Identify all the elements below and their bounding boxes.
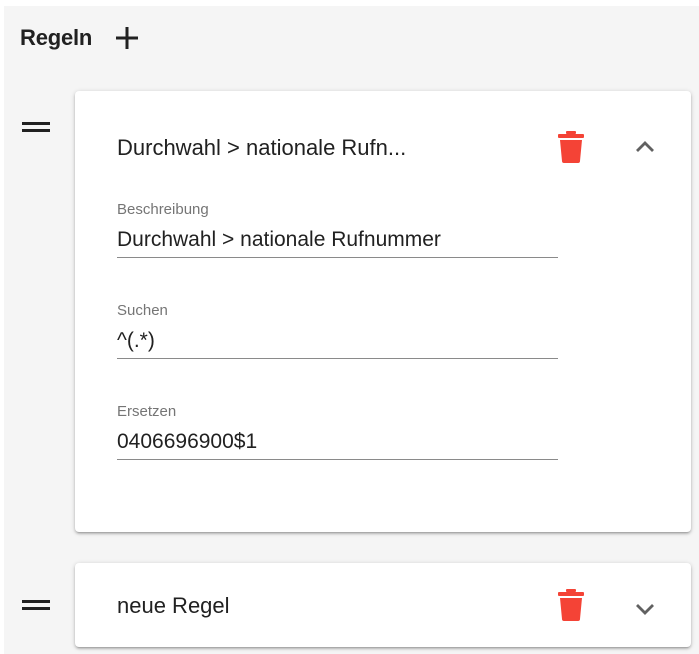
rule-title[interactable]: neue Regel [117,593,230,619]
trash-icon [558,589,584,621]
delete-rule-button[interactable] [551,585,591,625]
rules-panel: Regeln Durchwahl > nationale Rufn... Bes… [4,6,699,654]
trash-icon [558,131,584,163]
chevron-down-icon [636,604,654,615]
search-input[interactable] [117,324,558,359]
drag-handle-icon [22,122,50,132]
rule-drag-handle[interactable] [19,112,53,142]
replace-label: Ersetzen [117,403,177,420]
delete-rule-button[interactable] [551,127,591,167]
expand-rule-button[interactable] [625,589,665,629]
replace-input[interactable] [117,425,558,460]
chevron-up-icon [636,141,654,152]
collapse-rule-button[interactable] [625,127,665,167]
search-label: Suchen [117,302,168,319]
page-title: Regeln [20,25,93,50]
rule-card: Durchwahl > nationale Rufn... Beschreibu… [75,91,691,532]
rule-drag-handle[interactable] [19,590,53,620]
description-label: Beschreibung [117,201,209,218]
rule-title[interactable]: Durchwahl > nationale Rufn... [117,135,406,161]
plus-icon [116,27,139,49]
description-input[interactable] [117,223,558,258]
rules-header: Regeln [20,20,144,56]
drag-handle-icon [22,600,50,610]
add-rule-button[interactable] [110,21,144,55]
rule-card: neue Regel [75,563,691,647]
